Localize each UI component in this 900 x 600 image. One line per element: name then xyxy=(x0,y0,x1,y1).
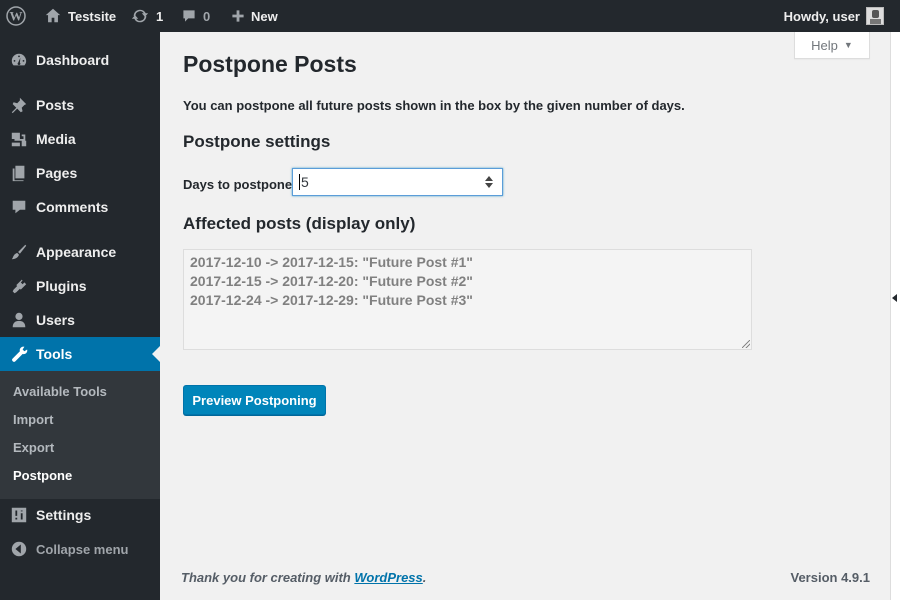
sidebar-item-label: Tools xyxy=(36,346,73,362)
version-text: Version 4.9.1 xyxy=(790,570,871,585)
media-icon xyxy=(11,132,27,147)
sidebar-item-media[interactable]: Media xyxy=(0,122,160,156)
sidebar-item-label: Pages xyxy=(36,165,78,181)
affected-post-line: 2017-12-24 -> 2017-12-29: "Future Post #… xyxy=(190,292,473,308)
plug-icon xyxy=(12,278,27,294)
sidebar-item-appearance[interactable]: Appearance xyxy=(0,235,160,269)
spinner-up-icon[interactable] xyxy=(485,176,493,181)
sidebar-item-settings[interactable]: Settings xyxy=(0,498,160,532)
plus-icon xyxy=(232,10,244,22)
sliders-icon xyxy=(11,507,27,523)
wordpress-link[interactable]: WordPress xyxy=(354,570,422,585)
days-to-postpone-label: Days to postpone: xyxy=(183,177,297,192)
sidebar-item-label: Posts xyxy=(36,97,75,113)
sidebar-item-posts[interactable]: Posts xyxy=(0,88,160,122)
collapse-menu-label: Collapse menu xyxy=(36,541,129,557)
days-to-postpone-input[interactable]: 5 xyxy=(292,168,503,196)
sidebar-item-comments[interactable]: Comments xyxy=(0,190,160,224)
right-edge-panel xyxy=(890,32,900,600)
refresh-icon xyxy=(131,9,149,23)
number-spinner[interactable] xyxy=(485,176,494,188)
affected-posts-heading: Affected posts (display only) xyxy=(183,214,416,233)
pages-icon xyxy=(12,165,25,182)
help-label: Help xyxy=(811,37,838,53)
affected-post-line: 2017-12-15 -> 2017-12-20: "Future Post #… xyxy=(190,273,473,289)
footer-thanks: Thank you for creating with WordPress. xyxy=(181,570,426,585)
new-label: New xyxy=(251,8,278,24)
affected-post-line: 2017-12-10 -> 2017-12-15: "Future Post #… xyxy=(190,254,473,270)
home-icon xyxy=(45,8,61,23)
preview-postponing-button[interactable]: Preview Postponing xyxy=(183,385,326,415)
comment-icon xyxy=(12,200,26,214)
sidebar-item-tools[interactable]: Tools xyxy=(0,337,160,371)
days-value: 5 xyxy=(299,174,309,190)
submenu-item-available-tools[interactable]: Available Tools xyxy=(13,384,107,399)
settings-heading: Postpone settings xyxy=(183,132,331,151)
sidebar-item-label: Users xyxy=(36,312,75,328)
brush-icon xyxy=(11,244,27,260)
wrench-icon xyxy=(12,346,28,362)
user-icon xyxy=(12,312,26,328)
svg-text:W: W xyxy=(10,9,23,24)
sidebar-item-label: Comments xyxy=(36,199,109,215)
page-title: Postpone Posts xyxy=(183,51,357,77)
site-name-label: Testsite xyxy=(68,8,117,24)
spinner-down-icon[interactable] xyxy=(485,183,493,188)
account-menu[interactable]: Howdy, user xyxy=(784,0,884,32)
admin-sidebar: Dashboard Posts Media Pages Comments App… xyxy=(0,32,160,600)
sidebar-item-plugins[interactable]: Plugins xyxy=(0,269,160,303)
sidebar-item-label: Media xyxy=(36,131,76,147)
sidebar-item-pages[interactable]: Pages xyxy=(0,156,160,190)
tools-submenu: Available Tools Import Export Postpone xyxy=(0,371,160,499)
comment-bubble-icon xyxy=(183,10,195,22)
sidebar-item-label: Settings xyxy=(36,507,92,523)
collapse-arrow-icon xyxy=(11,541,27,557)
new-content-link[interactable]: New xyxy=(231,0,278,32)
sidebar-item-users[interactable]: Users xyxy=(0,303,160,337)
affected-posts-textarea[interactable]: 2017-12-10 -> 2017-12-15: "Future Post #… xyxy=(183,249,752,350)
dashboard-icon xyxy=(11,53,27,66)
comments-count: 0 xyxy=(203,8,211,24)
admin-bar: W Testsite 1 0 New Howdy, user xyxy=(0,0,900,32)
intro-text: You can postpone all future posts shown … xyxy=(183,98,685,113)
caret-down-icon: ▼ xyxy=(843,40,853,50)
sidebar-item-label: Appearance xyxy=(36,244,117,260)
submenu-item-export[interactable]: Export xyxy=(13,440,54,455)
pin-icon xyxy=(11,97,27,114)
sidebar-item-label: Dashboard xyxy=(36,52,110,68)
resize-grip-icon[interactable] xyxy=(742,340,750,348)
submenu-item-postpone[interactable]: Postpone xyxy=(13,468,72,483)
howdy-label: Howdy, user xyxy=(783,8,860,24)
updates-count: 1 xyxy=(156,8,164,24)
sidebar-item-label: Plugins xyxy=(36,278,87,294)
help-tab-button[interactable]: Help ▼ xyxy=(794,32,870,59)
expand-arrow-icon[interactable] xyxy=(892,294,897,302)
site-name-link[interactable]: Testsite xyxy=(44,0,116,32)
comments-link[interactable]: 0 xyxy=(181,0,210,32)
updates-link[interactable]: 1 xyxy=(131,0,163,32)
footer-thanks-suffix: . xyxy=(422,570,427,585)
submenu-item-import[interactable]: Import xyxy=(13,412,53,427)
sidebar-item-dashboard[interactable]: Dashboard xyxy=(0,43,160,77)
collapse-menu-button[interactable]: Collapse menu xyxy=(0,532,160,566)
wordpress-logo-icon[interactable]: W xyxy=(6,0,26,32)
footer-thanks-prefix: Thank you for creating with xyxy=(181,570,355,585)
avatar xyxy=(866,7,884,25)
